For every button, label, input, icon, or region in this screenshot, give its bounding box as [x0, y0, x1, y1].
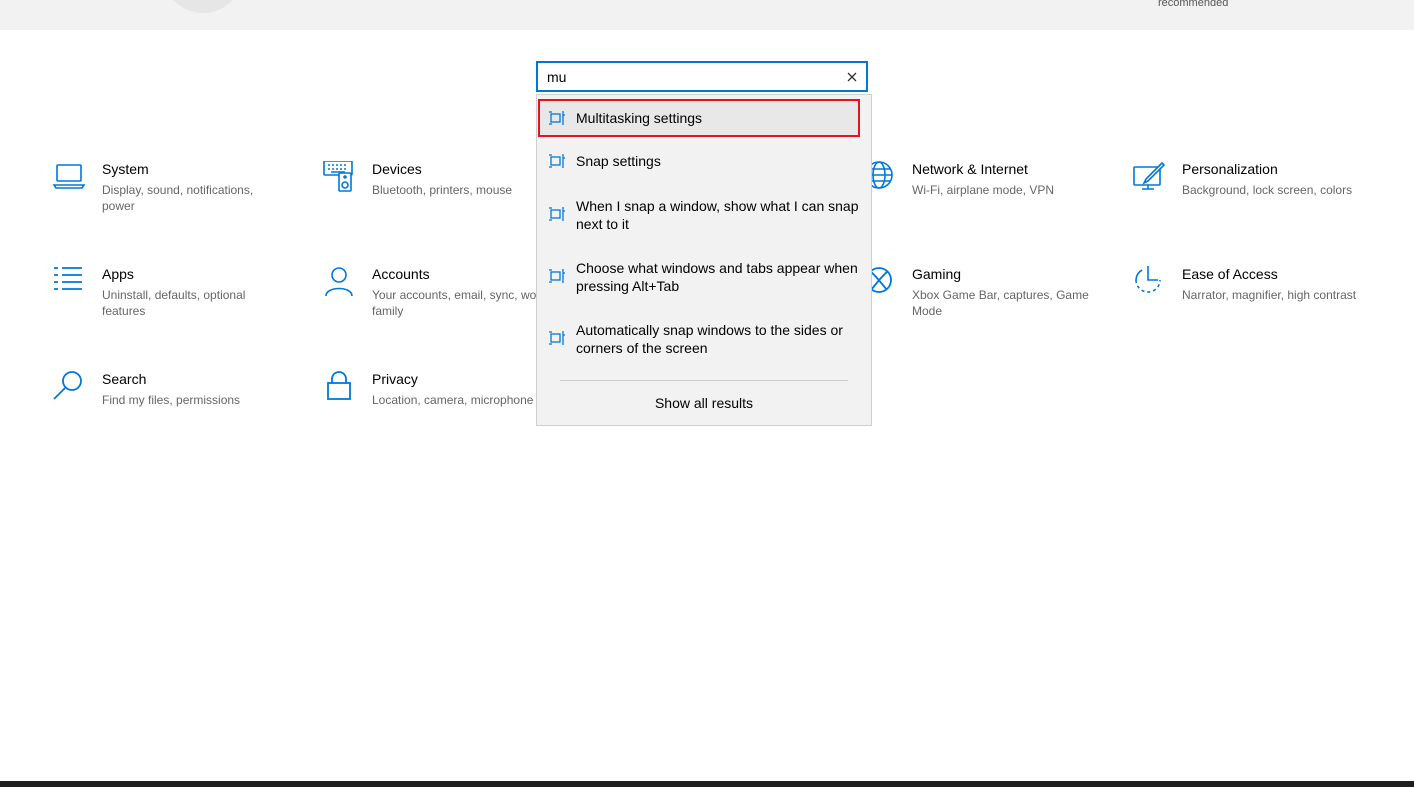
category-title: Personalization: [1182, 161, 1278, 177]
avatar: [158, 0, 248, 13]
category-network[interactable]: Network & Internet Wi-Fi, airplane mode,…: [862, 161, 1102, 231]
suggestion-label: Automatically snap windows to the sides …: [576, 322, 843, 356]
search-icon: [52, 371, 86, 405]
top-banner: recommended: [0, 0, 1414, 30]
clear-search-button[interactable]: [842, 67, 862, 87]
category-title: Devices: [372, 161, 422, 177]
category-search[interactable]: Search Find my files, permissions: [52, 371, 292, 441]
category-system[interactable]: System Display, sound, notifications, po…: [52, 161, 292, 231]
suggestion-label: Choose what windows and tabs appear when…: [576, 260, 858, 294]
category-devices[interactable]: Devices Bluetooth, printers, mouse: [322, 161, 562, 231]
suggestion-snap-settings[interactable]: Snap settings: [538, 143, 858, 179]
search-input[interactable]: [547, 67, 837, 87]
category-accounts[interactable]: Accounts Your accounts, email, sync, wor…: [322, 266, 562, 336]
category-title: Accounts: [372, 266, 430, 282]
category-title: System: [102, 161, 149, 177]
category-description: Narrator, magnifier, high contrast: [1182, 288, 1357, 302]
multitasking-icon: [548, 330, 566, 346]
suggestion-alt-tab[interactable]: Choose what windows and tabs appear when…: [538, 253, 858, 303]
category-gaming[interactable]: Gaming Xbox Game Bar, captures, Game Mod…: [862, 266, 1102, 336]
category-description: Display, sound, notifications, power: [102, 183, 254, 213]
category-title: Ease of Access: [1182, 266, 1278, 282]
category-title: Gaming: [912, 266, 962, 282]
category-privacy[interactable]: Privacy Location, camera, microphone: [322, 371, 562, 441]
category-apps[interactable]: Apps Uninstall, defaults, optional featu…: [52, 266, 292, 336]
multitasking-icon: [548, 268, 566, 284]
suggestion-label: Multitasking settings: [576, 110, 703, 126]
suggestion-snap-show-next[interactable]: When I snap a window, show what I can sn…: [538, 191, 859, 241]
show-all-results-link[interactable]: Show all results: [537, 395, 871, 411]
multitasking-icon: [548, 153, 566, 169]
personalization-icon: [1132, 161, 1166, 195]
lock-icon: [322, 371, 356, 405]
recommended-label: recommended: [1158, 0, 1229, 9]
apps-list-icon: [52, 266, 86, 300]
category-description: Background, lock screen, colors: [1182, 183, 1353, 197]
category-description: Xbox Game Bar, captures, Game Mode: [912, 288, 1089, 318]
search-suggestions-dropdown: Multitasking settings Snap settings When…: [536, 94, 872, 426]
devices-icon: [322, 161, 356, 195]
category-title: Apps: [102, 266, 134, 282]
category-description: Wi-Fi, airplane mode, VPN: [912, 183, 1055, 197]
close-icon: [847, 72, 857, 82]
multitasking-icon: [548, 110, 566, 126]
suggestion-label: When I snap a window, show what I can sn…: [576, 198, 859, 232]
search-box[interactable]: [536, 61, 868, 92]
category-title: Search: [102, 371, 147, 387]
category-description: Your accounts, email, sync, work, family: [372, 288, 550, 318]
category-description: Find my files, permissions: [102, 393, 241, 407]
category-title: Privacy: [372, 371, 418, 387]
multitasking-icon: [548, 206, 566, 222]
person-icon: [322, 266, 356, 300]
suggestion-auto-snap[interactable]: Automatically snap windows to the sides …: [538, 315, 858, 365]
suggestion-multitasking-settings[interactable]: Multitasking settings: [538, 99, 858, 137]
category-description: Uninstall, defaults, optional features: [102, 288, 246, 318]
category-description: Location, camera, microphone: [372, 393, 534, 407]
suggestion-label: Snap settings: [576, 153, 661, 169]
category-description: Bluetooth, printers, mouse: [372, 183, 513, 197]
divider: [560, 380, 848, 381]
category-ease-of-access[interactable]: Ease of Access Narrator, magnifier, high…: [1132, 266, 1372, 336]
category-title: Network & Internet: [912, 161, 1028, 177]
laptop-icon: [52, 161, 86, 195]
taskbar-edge: [0, 781, 1414, 787]
ease-of-access-icon: [1132, 266, 1166, 300]
category-personalization[interactable]: Personalization Background, lock screen,…: [1132, 161, 1372, 231]
